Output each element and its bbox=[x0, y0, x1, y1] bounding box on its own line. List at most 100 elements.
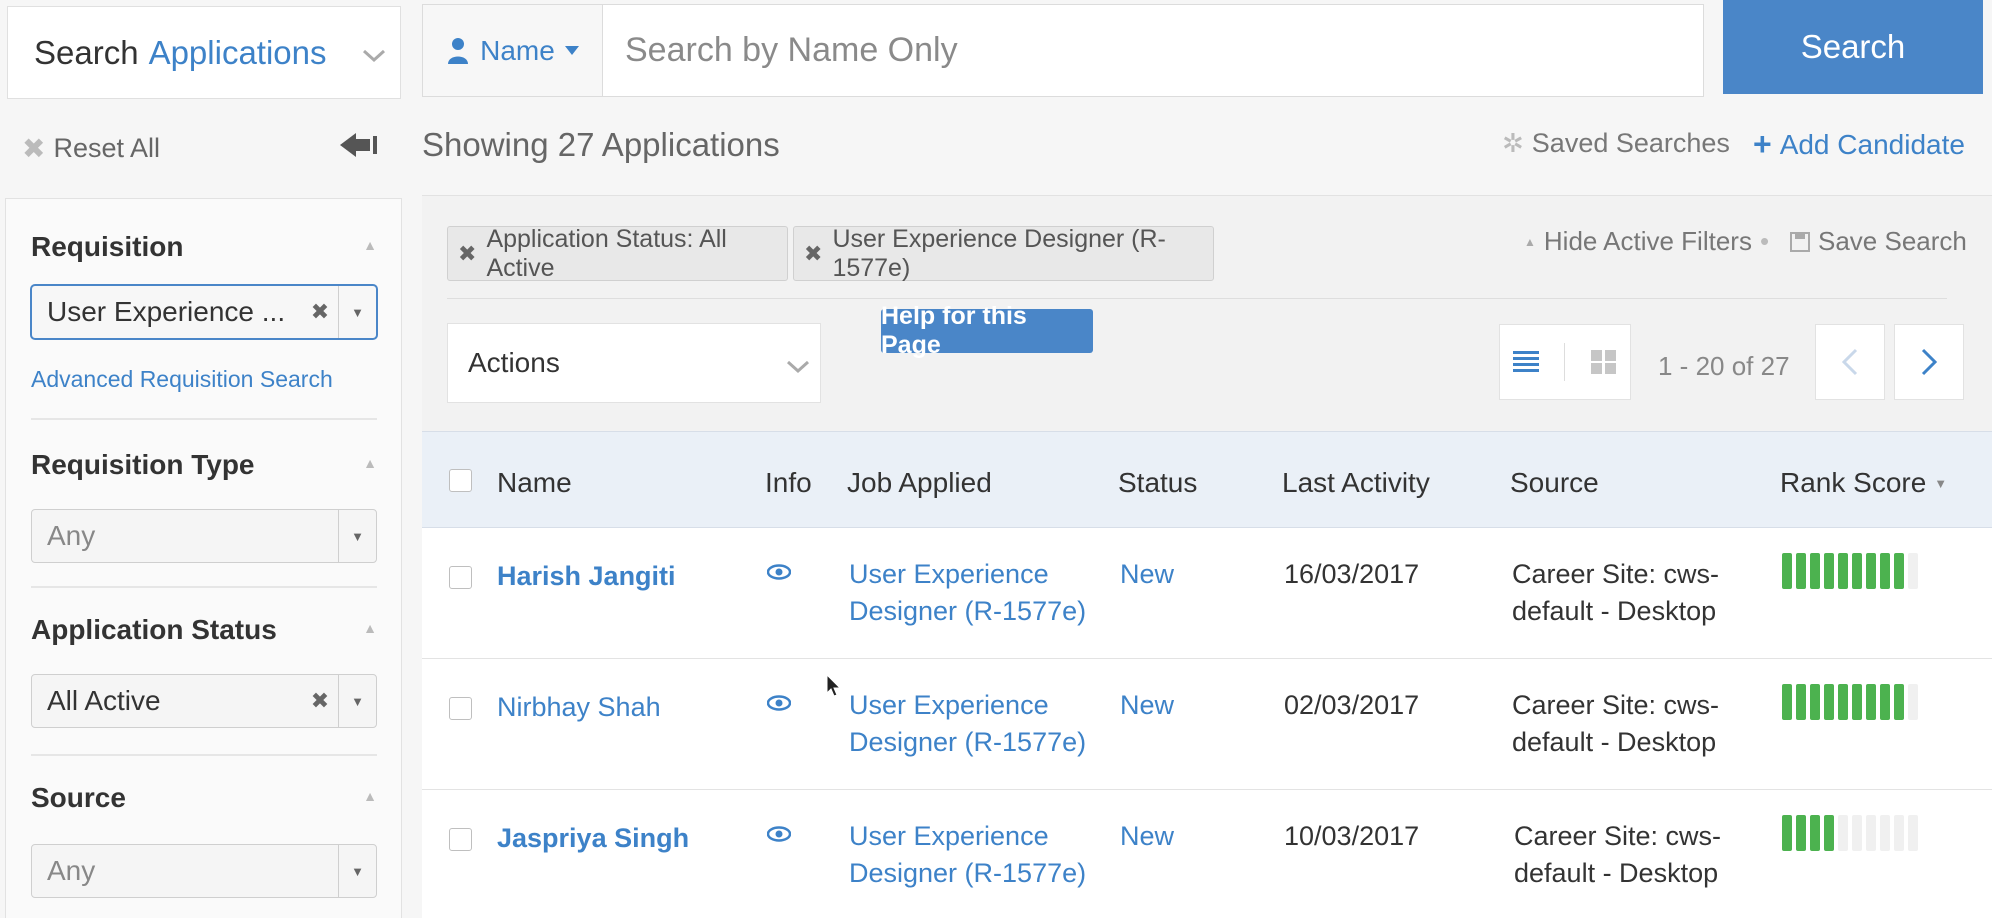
filter-chip[interactable]: ✖ User Experience Designer (R-1577e) bbox=[793, 225, 1214, 282]
actions-dropdown[interactable]: Actions bbox=[447, 323, 821, 403]
advanced-requisition-search-link[interactable]: Advanced Requisition Search bbox=[31, 366, 333, 393]
status-link[interactable]: New bbox=[1120, 556, 1174, 593]
job-applied-link[interactable]: User Experience Designer (R-1577e) bbox=[849, 818, 1086, 892]
eye-icon[interactable] bbox=[766, 553, 792, 590]
rank-score-segment bbox=[1852, 553, 1862, 589]
collapse-up-icon[interactable]: ▲ bbox=[363, 455, 377, 471]
source-text: Career Site: cws- default - Desktop bbox=[1512, 556, 1719, 630]
filter-chip-label: Application Status: All Active bbox=[486, 224, 727, 282]
dropdown-arrow-icon[interactable]: ▼ bbox=[338, 286, 376, 338]
rank-score-label: Rank Score bbox=[1780, 467, 1927, 498]
rank-score-segment bbox=[1880, 815, 1890, 851]
rank-score-segment bbox=[1796, 684, 1806, 720]
chevron-down-icon bbox=[362, 49, 386, 63]
save-icon bbox=[1790, 231, 1810, 252]
hide-active-filters-link[interactable]: ▲ Hide Active Filters • bbox=[1524, 226, 1769, 257]
candidate-name-link[interactable]: Jaspriya Singh bbox=[497, 820, 689, 857]
dropdown-arrow-icon[interactable]: ▼ bbox=[338, 510, 376, 562]
search-type-dropdown[interactable]: Search Applications bbox=[7, 6, 401, 99]
search-type-prefix: Search bbox=[34, 33, 139, 71]
eye-icon[interactable] bbox=[766, 684, 792, 721]
collapse-left-icon[interactable] bbox=[340, 130, 380, 160]
source-value: Any bbox=[47, 855, 96, 886]
table-row[interactable]: Nirbhay Shah User Experience Designer (R… bbox=[422, 659, 1992, 790]
table-row[interactable]: Jaspriya Singh User Experience Designer … bbox=[422, 790, 1992, 918]
reset-all-label: Reset All bbox=[53, 133, 161, 163]
job-applied-link[interactable]: User Experience Designer (R-1577e) bbox=[849, 556, 1086, 630]
reset-all-button[interactable]: ✖ Reset All bbox=[22, 132, 160, 165]
saved-searches-label: Saved Searches bbox=[1531, 128, 1730, 158]
chevron-down-icon bbox=[786, 360, 810, 374]
close-icon: ✖ bbox=[22, 133, 46, 164]
requisition-type-select[interactable]: Any ▼ bbox=[31, 509, 377, 563]
chevron-right-icon bbox=[1921, 348, 1937, 376]
separator-dot: • bbox=[1759, 226, 1770, 256]
job-applied-link[interactable]: User Experience Designer (R-1577e) bbox=[849, 687, 1086, 761]
sort-desc-icon: ▼ bbox=[1934, 475, 1948, 491]
help-button[interactable]: Help for this Page bbox=[881, 302, 1093, 359]
rank-score-segment bbox=[1880, 684, 1890, 720]
chevron-left-icon bbox=[1842, 348, 1858, 376]
gear-icon: ✲ bbox=[1502, 128, 1524, 158]
dropdown-arrow-icon[interactable]: ▼ bbox=[338, 845, 376, 897]
collapse-up-icon[interactable]: ▲ bbox=[363, 788, 377, 804]
saved-searches-link[interactable]: ✲ Saved Searches bbox=[1502, 128, 1730, 159]
candidate-name-link[interactable]: Harish Jangiti bbox=[497, 558, 676, 595]
list-view-icon[interactable] bbox=[1512, 349, 1539, 375]
rank-score-segment bbox=[1824, 553, 1834, 589]
next-page-button[interactable] bbox=[1894, 324, 1964, 400]
search-scope-dropdown[interactable]: Name bbox=[423, 5, 603, 96]
job-title-line2: Designer (R-1577e) bbox=[849, 727, 1087, 757]
rank-score-segment bbox=[1894, 553, 1904, 589]
table-row[interactable]: Harish Jangiti User Experience Designer … bbox=[422, 528, 1992, 659]
last-activity: 16/03/2017 bbox=[1284, 559, 1420, 589]
rank-score-segment bbox=[1866, 815, 1876, 851]
eye-icon[interactable] bbox=[766, 815, 792, 852]
divider bbox=[447, 298, 1947, 299]
column-header-status[interactable]: Status bbox=[1118, 467, 1197, 499]
rank-score-segment bbox=[1880, 553, 1890, 589]
column-header-name[interactable]: Name bbox=[497, 467, 572, 499]
application-status-value: All Active bbox=[47, 685, 161, 716]
row-checkbox[interactable] bbox=[449, 828, 472, 851]
close-icon[interactable]: ✖ bbox=[458, 241, 476, 267]
status-link[interactable]: New bbox=[1120, 687, 1174, 724]
collapse-up-icon[interactable]: ▲ bbox=[363, 237, 377, 253]
source-select[interactable]: Any ▼ bbox=[31, 844, 377, 898]
source-text: Career Site: cws- default - Desktop bbox=[1514, 818, 1721, 892]
job-title-line1: User Experience bbox=[849, 690, 1049, 720]
divider bbox=[31, 754, 377, 756]
results-panel: ✖ Application Status: All Active ✖ User … bbox=[422, 195, 1992, 918]
column-header-source[interactable]: Source bbox=[1510, 467, 1599, 499]
row-checkbox[interactable] bbox=[449, 566, 472, 589]
collapse-up-icon[interactable]: ▲ bbox=[363, 620, 377, 636]
column-header-job-applied[interactable]: Job Applied bbox=[847, 467, 992, 499]
source-text: Career Site: cws- default - Desktop bbox=[1512, 687, 1719, 761]
row-checkbox[interactable] bbox=[449, 697, 472, 720]
candidate-name-link[interactable]: Nirbhay Shah bbox=[497, 689, 661, 726]
add-candidate-link[interactable]: + Add Candidate bbox=[1753, 126, 1965, 163]
clear-icon[interactable]: ✖ bbox=[302, 688, 338, 714]
dropdown-arrow-icon[interactable]: ▼ bbox=[338, 675, 376, 727]
caret-up-icon: ▲ bbox=[1524, 234, 1536, 249]
clear-icon[interactable]: ✖ bbox=[302, 299, 338, 325]
requisition-value: User Experience ... bbox=[47, 296, 286, 327]
search-button[interactable]: Search bbox=[1723, 0, 1983, 94]
save-search-link[interactable]: Save Search bbox=[1790, 226, 1967, 257]
rank-score-segment bbox=[1908, 815, 1918, 851]
grid-view-icon[interactable] bbox=[1591, 349, 1617, 375]
search-input[interactable] bbox=[603, 5, 1703, 96]
close-icon[interactable]: ✖ bbox=[804, 241, 822, 267]
last-activity: 02/03/2017 bbox=[1284, 690, 1420, 720]
previous-page-button[interactable] bbox=[1815, 324, 1885, 400]
application-status-title: Application Status bbox=[31, 614, 277, 645]
application-status-select[interactable]: All Active ✖ ▼ bbox=[31, 674, 377, 728]
filter-chip[interactable]: ✖ Application Status: All Active bbox=[447, 224, 788, 282]
status-link[interactable]: New bbox=[1120, 818, 1174, 855]
source-line1: Career Site: cws- bbox=[1514, 821, 1722, 851]
column-header-last-activity[interactable]: Last Activity bbox=[1282, 467, 1430, 499]
caret-down-icon bbox=[564, 45, 579, 55]
select-all-checkbox[interactable] bbox=[449, 469, 472, 492]
requisition-select[interactable]: User Experience ... ✖ ▼ bbox=[31, 285, 377, 339]
column-header-rank-score[interactable]: Rank Score ▼ bbox=[1780, 467, 1947, 499]
